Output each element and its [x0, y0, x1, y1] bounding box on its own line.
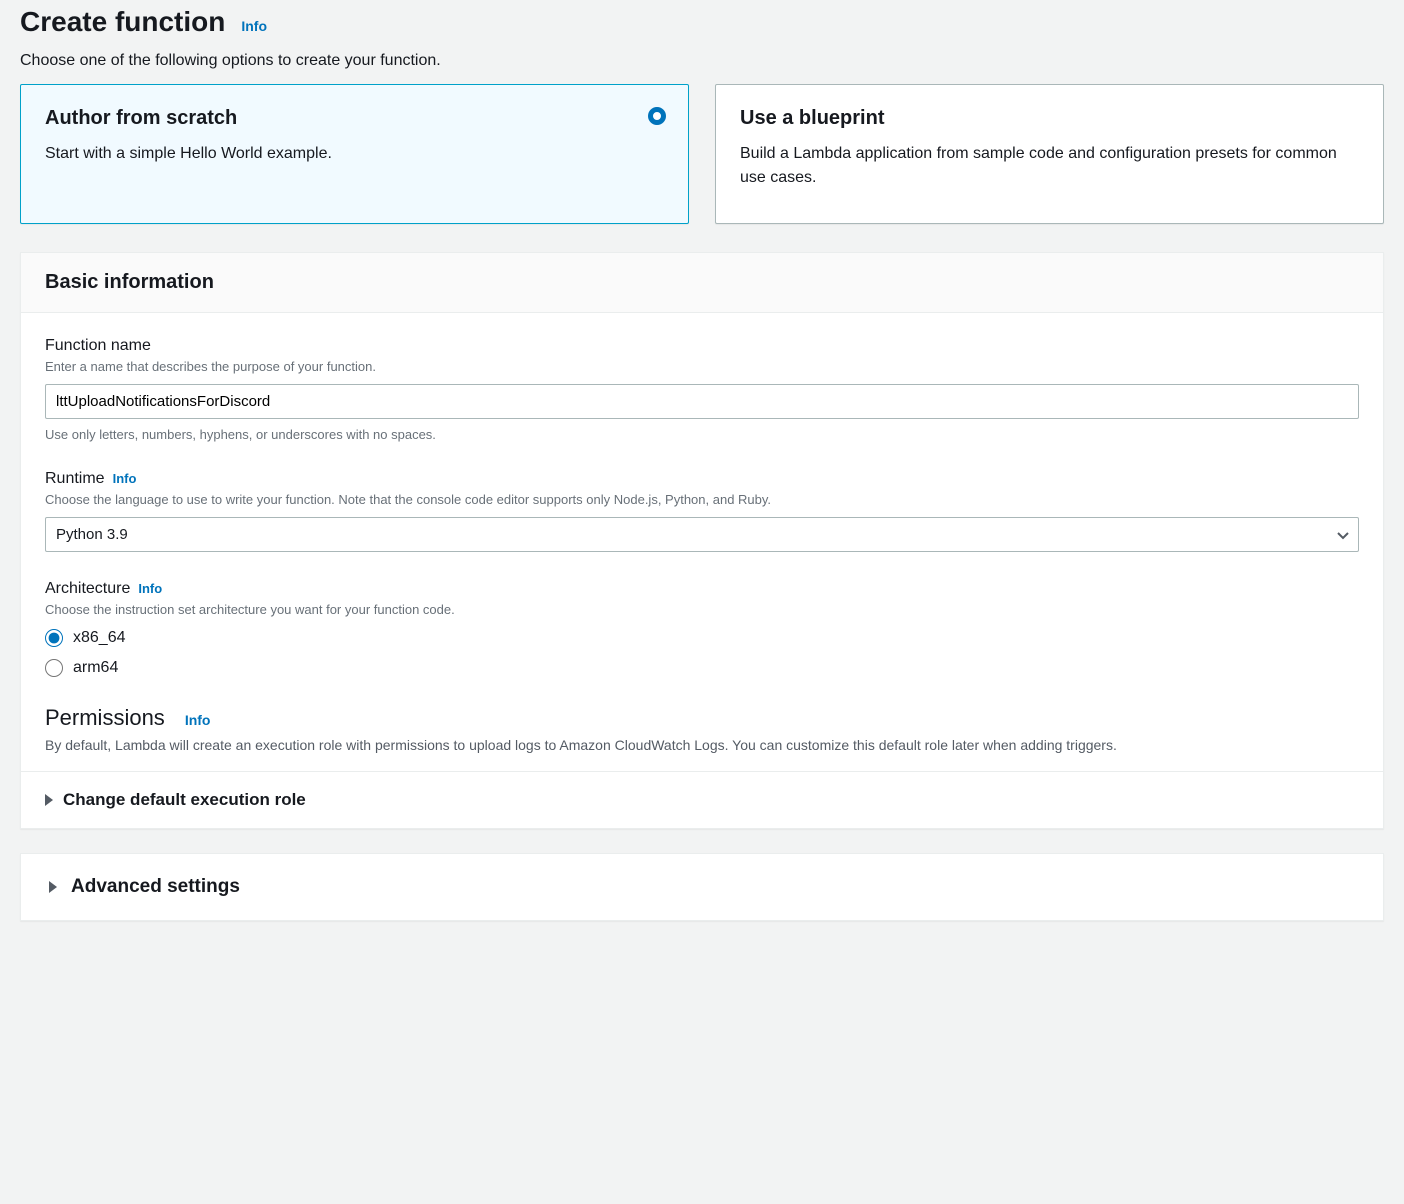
architecture-hint: Choose the instruction set architecture …	[45, 602, 1359, 617]
radio-input[interactable]	[45, 659, 63, 677]
radio-input[interactable]	[45, 629, 63, 647]
info-link-architecture[interactable]: Info	[138, 581, 162, 596]
advanced-settings-label: Advanced settings	[71, 876, 240, 898]
panel-heading: Basic information	[21, 253, 1383, 313]
radio-label: x86_64	[73, 629, 126, 647]
caret-right-icon	[45, 794, 53, 806]
runtime-label: Runtime	[45, 470, 105, 488]
permissions-label: Permissions	[45, 705, 165, 731]
info-link-runtime[interactable]: Info	[113, 471, 137, 486]
expander-label: Change default execution role	[63, 790, 306, 810]
radio-label: arm64	[73, 659, 118, 677]
architecture-label: Architecture	[45, 580, 130, 598]
option-title: Use a blueprint	[740, 107, 1359, 130]
option-use-blueprint[interactable]: Use a blueprint Build a Lambda applicati…	[715, 84, 1384, 224]
function-name-input[interactable]	[45, 384, 1359, 419]
option-desc: Start with a simple Hello World example.	[45, 142, 664, 166]
runtime-select[interactable]: Python 3.9	[45, 517, 1359, 552]
change-default-execution-role-toggle[interactable]: Change default execution role	[21, 771, 1383, 828]
info-link-header[interactable]: Info	[241, 18, 267, 34]
info-link-permissions[interactable]: Info	[185, 712, 211, 728]
advanced-settings-toggle[interactable]: Advanced settings	[21, 854, 1383, 920]
function-name-constraint: Use only letters, numbers, hyphens, or u…	[45, 427, 1359, 442]
advanced-settings-panel: Advanced settings	[20, 853, 1384, 921]
page-title: Create function	[20, 6, 225, 38]
option-desc: Build a Lambda application from sample c…	[740, 142, 1359, 190]
function-name-label: Function name	[45, 337, 151, 355]
function-name-hint: Enter a name that describes the purpose …	[45, 359, 1359, 374]
radio-selected-icon	[648, 107, 666, 125]
runtime-hint: Choose the language to use to write your…	[45, 492, 1359, 507]
option-author-from-scratch[interactable]: Author from scratch Start with a simple …	[20, 84, 689, 224]
caret-right-icon	[49, 881, 57, 893]
permissions-desc: By default, Lambda will create an execut…	[45, 737, 1359, 753]
option-title: Author from scratch	[45, 107, 664, 130]
architecture-option-arm64[interactable]: arm64	[45, 659, 1359, 677]
basic-information-panel: Basic information Function name Enter a …	[20, 252, 1384, 829]
page-subtitle: Choose one of the following options to c…	[20, 52, 1384, 70]
architecture-option-x86[interactable]: x86_64	[45, 629, 1359, 647]
